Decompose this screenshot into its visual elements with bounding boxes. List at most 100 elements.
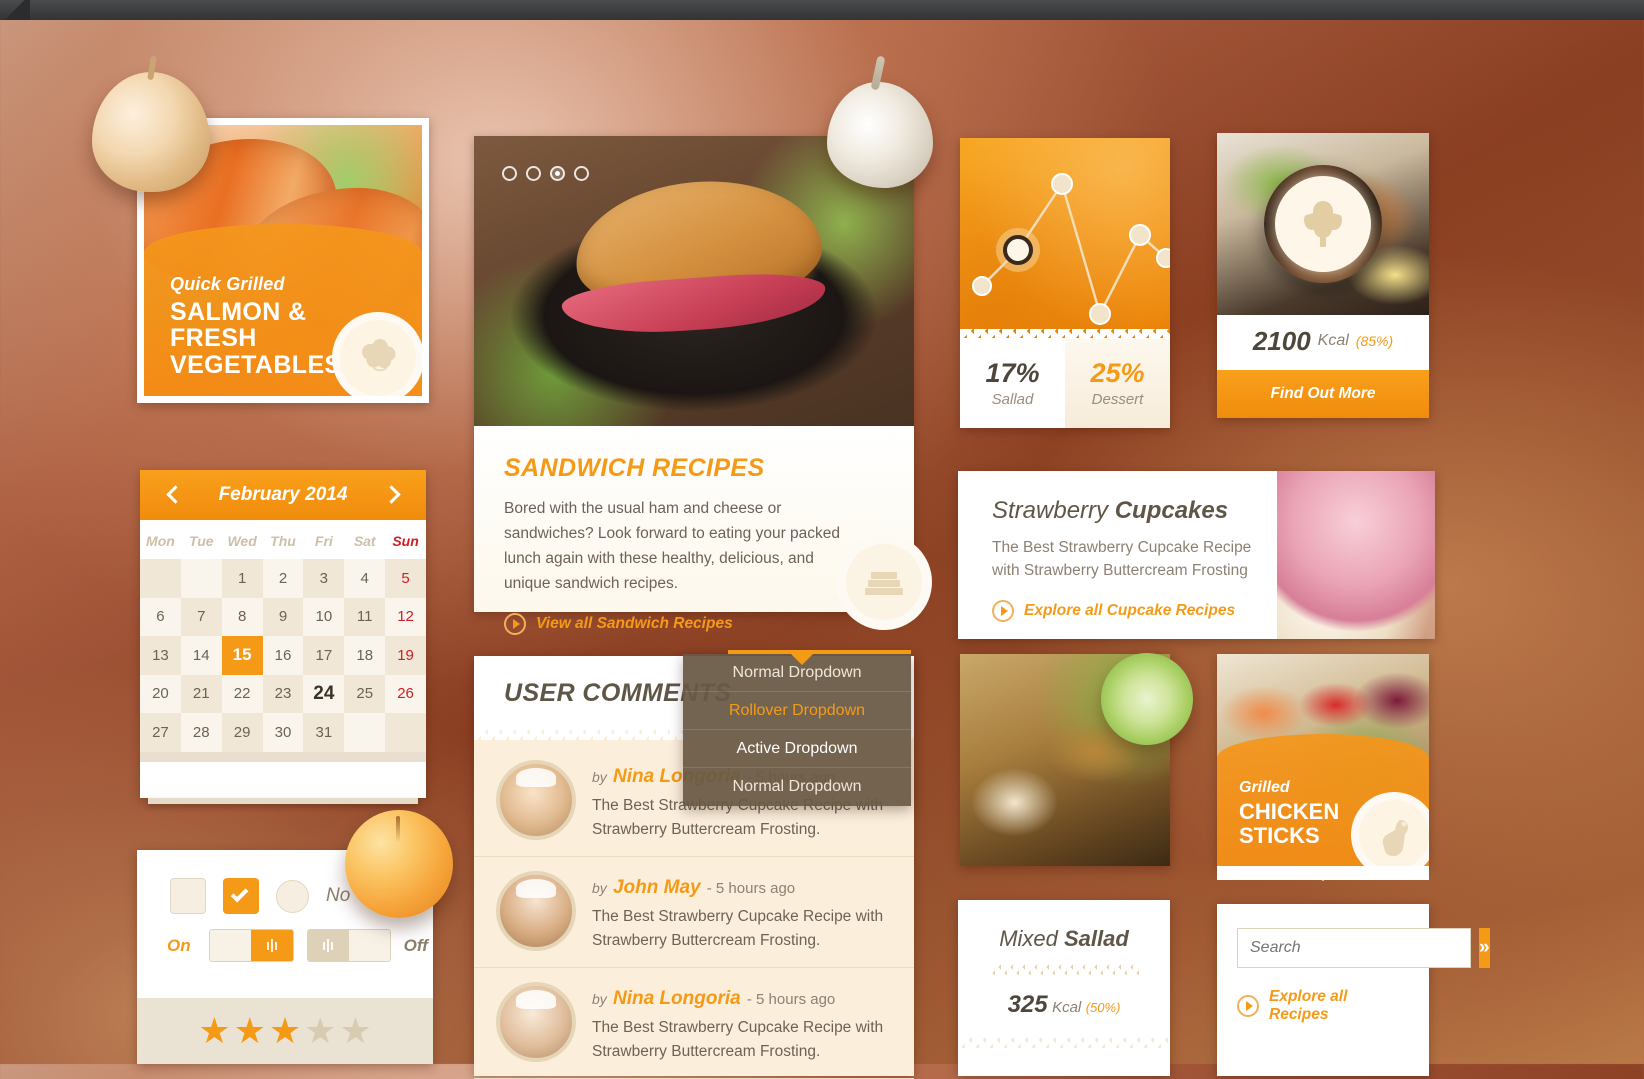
explore-all-recipes-link[interactable]: Explore all Recipes: [1237, 988, 1409, 1024]
search-submit-button[interactable]: »: [1479, 928, 1490, 968]
search-input[interactable]: [1237, 928, 1471, 968]
switch-on-label: On: [167, 935, 191, 955]
chicken-title-line2: STICKS: [1239, 822, 1320, 848]
salmon-kicker: Quick Grilled: [170, 273, 285, 294]
salmon-caption: Quick Grilled SALMON & FRESH VEGETABLES: [170, 274, 342, 379]
dropdown-item-normal[interactable]: Normal Dropdown: [683, 768, 911, 806]
calendar-zigzag-divider: [140, 520, 426, 529]
sandwich-feature-card[interactable]: SANDWICH RECIPES Bored with the usual ha…: [474, 136, 932, 636]
chevron-left-icon[interactable]: [162, 482, 188, 508]
mixed-sallad-card[interactable]: Mixed Sallad 325 Kcal (50%): [958, 900, 1170, 1076]
calendar-day-27[interactable]: 27: [140, 713, 181, 752]
garlic-decoration-icon: [827, 82, 933, 188]
dropdown-items[interactable]: Normal Dropdown Rollover Dropdown Active D…: [683, 654, 911, 806]
calendar-day-15[interactable]: 15: [221, 636, 263, 675]
star-rating[interactable]: ★ ★ ★ ★ ★: [137, 998, 433, 1064]
calendar-day-17[interactable]: 17: [303, 636, 345, 675]
sandwich-link[interactable]: View all Sandwich Recipes: [504, 613, 884, 636]
radio-unselected[interactable]: [276, 879, 309, 913]
calendar-day-6[interactable]: 6: [140, 597, 181, 636]
calendar-day-10[interactable]: 10: [303, 597, 345, 636]
calendar-day-26[interactable]: 26: [385, 674, 426, 713]
toggle-switch-on[interactable]: [209, 929, 294, 962]
comment-meta: by Nina Longoria - 5 hours ago: [592, 982, 892, 1010]
comment-author[interactable]: Nina Longoria: [611, 988, 743, 1009]
controls-row-switches: On Off: [137, 914, 433, 962]
calendar-day-16[interactable]: 16: [262, 636, 304, 675]
calendar-day-20[interactable]: 20: [140, 674, 181, 713]
calendar-footer: [140, 751, 426, 762]
dropdown-item-rollover[interactable]: Rollover Dropdown: [683, 692, 911, 730]
cupcake-card[interactable]: Strawberry Cupcakes The Best Strawberry …: [958, 471, 1435, 639]
calendar-day-22[interactable]: 22: [221, 674, 263, 713]
kcal-card[interactable]: 2100 Kcal (85%) Find Out More: [1217, 133, 1429, 418]
calendar-day-11[interactable]: 11: [344, 597, 386, 636]
calendar-day-2[interactable]: 2: [262, 559, 304, 598]
stats-chart-card[interactable]: 17% Sallad 25% Dessert: [960, 138, 1170, 428]
calendar-day-12[interactable]: 12: [385, 597, 426, 636]
search-card[interactable]: » Explore all Recipes: [1217, 904, 1490, 1076]
calendar-day-30[interactable]: 30: [262, 713, 304, 752]
chicken-sticks-card[interactable]: Grilled CHICKEN STICKS: [1217, 654, 1429, 866]
calendar-day-23[interactable]: 23: [262, 674, 304, 713]
comment-time: - 5 hours ago: [702, 880, 796, 898]
os-title-bar: [0, 0, 1644, 20]
calendar-day-25[interactable]: 25: [344, 674, 386, 713]
calendar-day-8[interactable]: 8: [221, 597, 263, 636]
checkbox-checked[interactable]: [223, 878, 259, 914]
calendar-month-label: February 2014: [218, 484, 348, 505]
calendar-day-1[interactable]: 1: [221, 559, 263, 598]
carousel-dot-2[interactable]: [526, 166, 541, 181]
toggle-switch-off[interactable]: [306, 929, 391, 962]
kcal-value: 2100: [1252, 325, 1311, 356]
calendar-day-7[interactable]: 7: [180, 597, 222, 636]
star-icon-1[interactable]: ★: [198, 1013, 230, 1049]
star-icon-5[interactable]: ★: [339, 1013, 371, 1049]
calendar-widget[interactable]: February 2014 Mon Tue Wed Thu Fri Sat Sun 1234…: [140, 470, 426, 804]
calendar-day-3[interactable]: 3: [303, 559, 345, 598]
carousel-dot-4[interactable]: [574, 166, 589, 181]
play-icon: [992, 599, 1014, 622]
dropdown-item-active[interactable]: Active Dropdown: [683, 730, 911, 768]
dropdown-top-bar: [728, 650, 911, 654]
sandwich-title: SANDWICH RECIPES: [504, 454, 765, 482]
salmon-title-line1: SALMON &: [170, 297, 307, 326]
calendar-day-31[interactable]: 31: [303, 713, 345, 752]
cupcake-link[interactable]: Explore all Cupcake Recipes: [992, 599, 1277, 622]
calendar-day-4[interactable]: 4: [344, 559, 386, 598]
calendar-day-21[interactable]: 21: [180, 674, 222, 713]
calendar-day-14[interactable]: 14: [180, 636, 222, 675]
checkbox-unchecked[interactable]: [170, 878, 206, 914]
calendar-day-29[interactable]: 29: [221, 713, 263, 752]
calendar-day-9[interactable]: 9: [262, 597, 304, 636]
stat-dessert-value: 25%: [1090, 358, 1145, 388]
calendar-day-18[interactable]: 18: [344, 636, 386, 675]
star-icon-2[interactable]: ★: [234, 1013, 266, 1049]
carousel-dot-3[interactable]: [550, 166, 565, 181]
carousel-dots[interactable]: [502, 166, 589, 181]
comment-text: The Best Strawberry Cupcake Recipe with …: [592, 1019, 884, 1061]
find-out-more-button[interactable]: Find Out More: [1217, 370, 1429, 418]
star-icon-3[interactable]: ★: [269, 1013, 301, 1049]
calendar-day-28[interactable]: 28: [180, 713, 222, 752]
dropdown-menu[interactable]: Normal Dropdown Rollover Dropdown Active D…: [683, 650, 911, 806]
calendar-day-empty: [344, 713, 386, 752]
comment-author[interactable]: John May: [611, 877, 703, 898]
avatar: [496, 871, 576, 952]
calendar-day-grid[interactable]: 1 2 3 4 5 6 7 8 9 10 11 12 13 14 15 16 17 18 19 20 21 22 23 24 2…: [140, 559, 426, 752]
chevron-right-icon[interactable]: [378, 482, 404, 508]
stat-dessert-label: Dessert: [1091, 391, 1144, 408]
calendar-header: February 2014: [140, 470, 426, 520]
sandwich-body: SANDWICH RECIPES Bored with the usual ha…: [474, 426, 932, 636]
comment-item: by John May - 5 hours ago The Best Strawb…: [474, 857, 914, 969]
stat-sallad-label: Sallad: [991, 391, 1034, 408]
calendar-day-24[interactable]: 24: [303, 674, 345, 713]
calendar-day-5[interactable]: 5: [385, 559, 426, 598]
calendar-day-13[interactable]: 13: [140, 636, 181, 675]
calendar-day-19[interactable]: 19: [385, 636, 426, 675]
calendar-dow-sat: Sat: [353, 533, 376, 549]
stats-zigzag-divider: [960, 329, 1170, 339]
star-icon-4[interactable]: ★: [304, 1013, 336, 1049]
stat-dessert: 25% Dessert: [1065, 338, 1170, 428]
carousel-dot-1[interactable]: [502, 166, 517, 181]
